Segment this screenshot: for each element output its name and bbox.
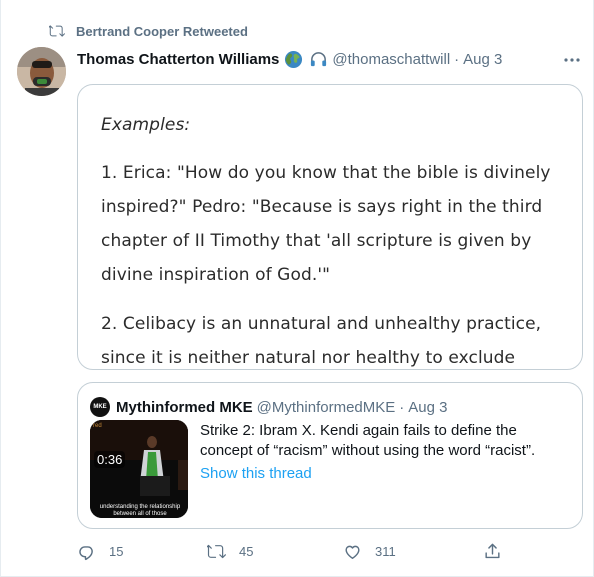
like-count: 311 <box>375 544 396 559</box>
reply-icon <box>79 546 93 561</box>
like-button[interactable]: 311 <box>343 542 396 561</box>
reply-count: 15 <box>109 544 124 559</box>
more-options-icon[interactable] <box>563 54 581 66</box>
image-heading: Examples: <box>101 115 191 135</box>
quoted-date: Aug 3 <box>408 398 448 416</box>
image-line: divine inspiration of God.'" <box>101 265 331 285</box>
quoted-video-thumbnail[interactable]: red understanding the relationship betwe… <box>90 420 188 518</box>
headphones-icon <box>311 52 327 67</box>
image-line: since it is neither natural nor healthy … <box>101 348 516 368</box>
video-caption: understanding the relationship between a… <box>99 504 181 517</box>
video-corner-text: red <box>93 423 102 429</box>
reply-button[interactable]: 15 <box>77 542 123 561</box>
retweet-icon <box>49 25 65 37</box>
quoted-author-name: Mythinformed MKE <box>116 398 253 416</box>
quoted-text: Strike 2: Ibram X. Kendi again fails to … <box>200 422 536 459</box>
quoted-avatar-text: MKE <box>93 404 107 410</box>
tweet-container[interactable]: Bertrand Cooper Retweeted Thomas Chatter… <box>0 0 594 577</box>
globe-icon <box>285 50 303 69</box>
image-line: inspired?" Pedro: "Because is says right… <box>101 197 543 217</box>
retweet-icon <box>207 544 226 559</box>
image-line: 1. Erica: "How do you know that the bibl… <box>101 163 551 183</box>
separator-dot: · <box>454 51 460 68</box>
image-line: chapter of II Timothy that 'all scriptur… <box>101 231 532 251</box>
author-avatar[interactable] <box>17 47 66 96</box>
action-bar: 15 45 311 <box>77 542 507 564</box>
heart-icon <box>345 545 360 559</box>
retweet-button[interactable]: 45 <box>207 542 253 561</box>
quoted-header: MKE Mythinformed MKE @MythinformedMKE · … <box>90 397 447 417</box>
tweet-date[interactable]: Aug 3 <box>463 51 502 68</box>
quoted-tweet[interactable]: MKE Mythinformed MKE @MythinformedMKE · … <box>77 382 583 529</box>
share-button[interactable] <box>483 542 515 561</box>
author-name[interactable]: Thomas Chatterton Williams <box>77 51 279 68</box>
share-icon <box>485 543 500 559</box>
tweet-header: Thomas Chatterton Williams @thomaschattw… <box>77 50 579 69</box>
show-thread-link[interactable]: Show this thread <box>200 465 312 482</box>
retweet-banner[interactable]: Bertrand Cooper Retweeted <box>49 23 248 39</box>
video-duration: 0:36 <box>94 451 126 468</box>
separator-dot: · <box>399 398 405 416</box>
avatar-photo <box>17 47 66 96</box>
quoted-avatar: MKE <box>90 397 110 417</box>
image-line: 2. Celibacy is an unnatural and unhealth… <box>101 314 542 334</box>
tweet-image[interactable]: Examples: 1. Erica: "How do you know tha… <box>77 84 583 370</box>
retweet-text[interactable]: Bertrand Cooper Retweeted <box>76 24 248 39</box>
author-handle[interactable]: @thomaschattwill <box>332 51 450 68</box>
retweet-count: 45 <box>239 544 254 559</box>
quoted-author-handle: @MythinformedMKE <box>256 398 396 416</box>
